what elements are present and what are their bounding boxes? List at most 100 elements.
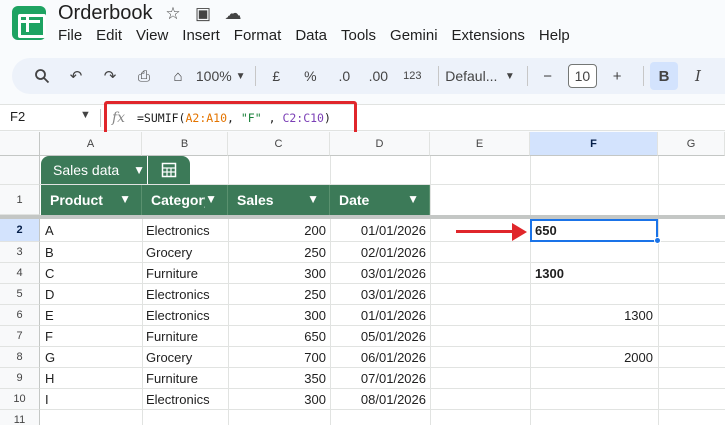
star-icon[interactable]: ☆ [162,4,184,24]
cell-b6[interactable]: Electronics [142,305,228,326]
table-header-category[interactable]: Category▼ [142,185,228,215]
column-header-c[interactable]: C [228,132,330,156]
chevron-down-icon[interactable]: ▼ [307,192,319,206]
cell-c10[interactable]: 300 [228,389,330,410]
cell-a3[interactable]: B [41,242,141,263]
menu-edit[interactable]: Edit [96,27,122,44]
cell-d9[interactable]: 07/01/2026 [330,368,430,389]
more-formats-button[interactable]: 123 [398,62,426,90]
row-header-7[interactable]: 7 [0,326,40,347]
print-icon[interactable]: ⎙ [130,62,158,90]
cell-c2[interactable]: 200 [228,220,330,241]
chevron-down-icon[interactable]: ▼ [80,109,91,121]
cell-d5[interactable]: 03/01/2026 [330,284,430,305]
cell-c6[interactable]: 300 [228,305,330,326]
table-view-button[interactable] [148,156,190,184]
undo-icon[interactable]: ↶ [62,62,90,90]
cell-b4[interactable]: Furniture [142,263,228,284]
cell-a4[interactable]: C [41,263,141,284]
cell-b3[interactable]: Grocery [142,242,228,263]
formula-input[interactable]: =SUMIF(A2:A10, "F" , C2:C10) [137,111,331,125]
increase-decimal-button[interactable]: .00 [364,62,392,90]
menu-format[interactable]: Format [234,27,282,44]
cell-c5[interactable]: 250 [228,284,330,305]
select-all-corner[interactable] [0,132,40,156]
menu-view[interactable]: View [136,27,168,44]
cell-b7[interactable]: Furniture [142,326,228,347]
menu-data[interactable]: Data [295,27,327,44]
table-header-product[interactable]: Product ▼ [41,185,142,215]
row-header-2[interactable]: 2 [0,219,40,242]
font-family-select[interactable]: Defaul... ▼ [445,62,515,90]
cell-c9[interactable]: 350 [228,368,330,389]
cell-d2[interactable]: 01/01/2026 [330,220,430,241]
cell-a9[interactable]: H [41,368,141,389]
zoom-select[interactable]: 100% ▼ [196,62,246,90]
cell-d6[interactable]: 01/01/2026 [330,305,430,326]
menu-extensions[interactable]: Extensions [452,27,525,44]
cloud-status-icon[interactable]: ☁ [222,4,244,24]
font-size-input[interactable]: 10 [567,64,598,88]
cell-c8[interactable]: 700 [228,347,330,368]
cell-d7[interactable]: 05/01/2026 [330,326,430,347]
document-title[interactable]: Orderbook [58,2,153,25]
cell-b2[interactable]: Electronics [142,220,228,241]
row-header-11[interactable]: 11 [0,410,40,425]
fill-handle[interactable] [654,237,661,244]
cell-d8[interactable]: 06/01/2026 [330,347,430,368]
cell-f6[interactable]: 1300 [531,305,657,326]
row-header-1[interactable]: 1 [0,185,40,215]
percent-format-button[interactable]: % [296,62,324,90]
cell-a2[interactable]: A [41,220,141,241]
strikethrough-icon[interactable]: S [718,62,725,90]
cell-a10[interactable]: I [41,389,141,410]
column-header-g[interactable]: G [658,132,725,156]
row-header-10[interactable]: 10 [0,389,40,410]
menu-tools[interactable]: Tools [341,27,376,44]
cell-c7[interactable]: 650 [228,326,330,347]
column-header-f[interactable]: F [530,132,658,156]
name-box[interactable]: F2 [10,109,25,124]
cell-d3[interactable]: 02/01/2026 [330,242,430,263]
row-header-4[interactable]: 4 [0,263,40,284]
increase-font-size-button[interactable]: + [603,62,631,90]
row-header-5[interactable]: 5 [0,284,40,305]
table-header-sales[interactable]: Sales ▼ [228,185,330,215]
sheets-logo-icon[interactable] [12,6,46,40]
cell-b8[interactable]: Grocery [142,347,228,368]
row-header-3[interactable]: 3 [0,242,40,263]
cell-a5[interactable]: D [41,284,141,305]
chevron-down-icon[interactable]: ▼ [205,192,217,206]
column-header-b[interactable]: B [142,132,228,156]
cell-d4[interactable]: 03/01/2026 [330,263,430,284]
cell-c3[interactable]: 250 [228,242,330,263]
cell-d10[interactable]: 08/01/2026 [330,389,430,410]
menu-insert[interactable]: Insert [182,27,220,44]
cell-f8[interactable]: 2000 [531,347,657,368]
decrease-decimal-button[interactable]: .0 [330,62,358,90]
paint-format-icon[interactable]: ⌂ [164,62,192,90]
column-header-a[interactable]: A [40,132,142,156]
italic-button[interactable]: I [684,62,712,90]
redo-icon[interactable]: ↷ [96,62,124,90]
table-name-chip[interactable]: Sales data ▼ [41,156,147,184]
chevron-down-icon[interactable]: ▼ [407,192,419,206]
menu-help[interactable]: Help [539,27,570,44]
bold-button[interactable]: B [650,62,679,90]
cell-c4[interactable]: 300 [228,263,330,284]
chevron-down-icon[interactable]: ▼ [119,192,131,206]
menu-file[interactable]: File [58,27,82,44]
cell-b10[interactable]: Electronics [142,389,228,410]
search-menus-icon[interactable] [28,62,56,90]
cell-f4[interactable]: 1300 [531,263,657,284]
decrease-font-size-button[interactable]: − [534,62,562,90]
table-header-date[interactable]: Date ▼ [330,185,430,215]
cell-a8[interactable]: G [41,347,141,368]
cell-a7[interactable]: F [41,326,141,347]
row-header-8[interactable]: 8 [0,347,40,368]
cell-b5[interactable]: Electronics [142,284,228,305]
cell-b9[interactable]: Furniture [142,368,228,389]
currency-format-button[interactable]: £ [262,62,290,90]
row-header-9[interactable]: 9 [0,368,40,389]
column-header-d[interactable]: D [330,132,430,156]
